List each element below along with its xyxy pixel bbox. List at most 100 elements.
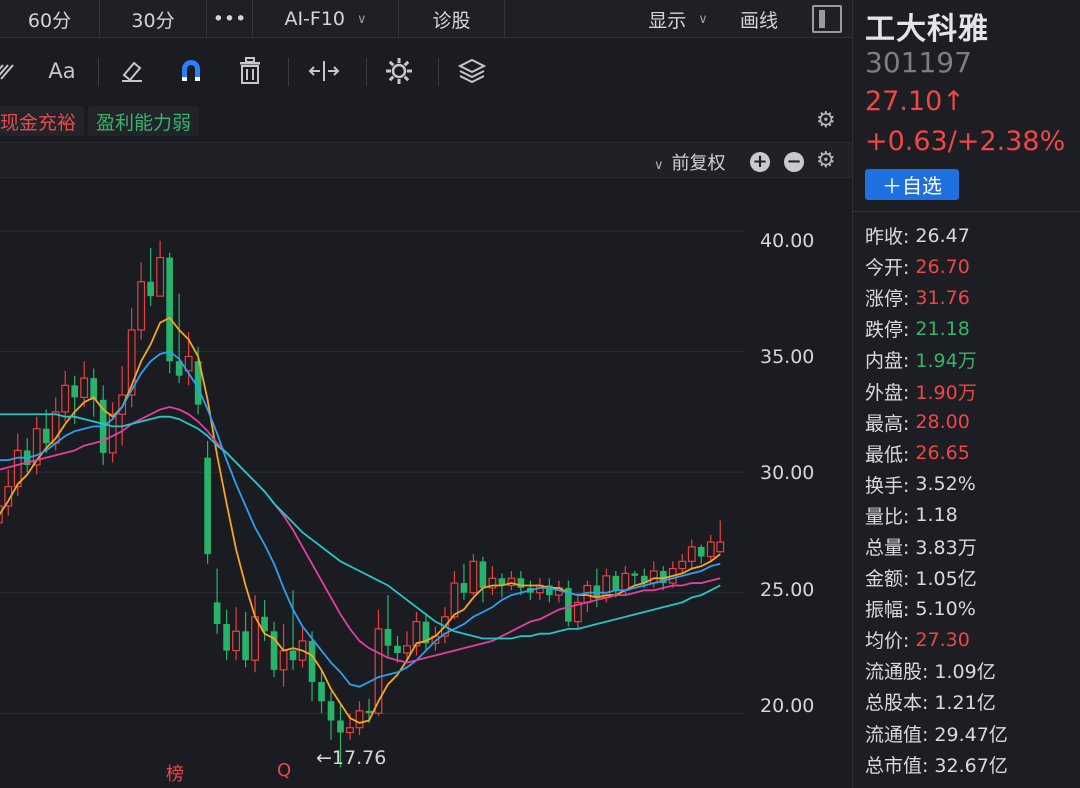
- draw-line-button[interactable]: 画线: [726, 0, 792, 38]
- tab-60min[interactable]: 60分: [0, 0, 100, 38]
- display-dropdown[interactable]: 显示 ∨: [630, 0, 726, 38]
- font-label: Aa: [48, 59, 76, 83]
- stat-row: 总股本: 1.21亿: [865, 686, 1075, 717]
- add-watchlist-button[interactable]: ＋自选: [865, 169, 959, 200]
- stat-label: 金额:: [865, 568, 910, 591]
- candle-body: [137, 281, 146, 331]
- stat-row: 内盘: 1.94万: [865, 344, 1075, 375]
- candle-body: [403, 645, 411, 654]
- moving-average-line: [0, 316, 721, 724]
- more-tabs-button[interactable]: •••: [207, 0, 253, 38]
- stat-row: 振幅: 5.10%: [865, 593, 1075, 624]
- stat-row: 外盘: 1.90万: [865, 375, 1075, 406]
- stat-row: 均价: 27.30: [865, 624, 1075, 655]
- chart-gear-icon[interactable]: ⚙: [816, 148, 836, 173]
- candle-body: [706, 541, 715, 558]
- toolbar-divider: [288, 58, 289, 86]
- zoom-out-icon[interactable]: −: [784, 152, 804, 172]
- line-tool-icon[interactable]: [0, 52, 20, 90]
- stat-label: 振幅:: [865, 599, 910, 622]
- tags-gear-icon[interactable]: ⚙: [816, 108, 836, 133]
- candle-body: [593, 585, 601, 598]
- stat-row: 涨停: 31.76: [865, 282, 1075, 313]
- stat-label: 昨收:: [865, 226, 910, 249]
- stat-row: 换手: 3.52%: [865, 469, 1075, 500]
- split-arrows-icon[interactable]: [306, 52, 342, 90]
- candle-body: [327, 701, 335, 721]
- tab-diagnose[interactable]: 诊股: [399, 0, 505, 38]
- candle-body: [450, 582, 459, 618]
- chevron-down-icon: ∨: [698, 11, 708, 27]
- layers-icon[interactable]: [454, 52, 490, 90]
- zoom-in-icon[interactable]: +: [750, 152, 770, 172]
- candle-body: [612, 575, 620, 591]
- stat-label: 均价:: [865, 630, 910, 653]
- qa-marker-icon[interactable]: Q: [277, 760, 291, 781]
- stat-row: 最低: 26.65: [865, 438, 1075, 469]
- candle-body: [308, 640, 316, 682]
- stat-value: 1.09亿: [934, 661, 996, 684]
- candle-body: [346, 727, 354, 734]
- eraser-icon[interactable]: [114, 52, 150, 90]
- candle-body: [716, 541, 725, 553]
- stat-label: 外盘:: [865, 381, 910, 404]
- stat-value: 26.65: [915, 442, 970, 465]
- stat-row: 总市值: 32.67亿: [865, 749, 1075, 780]
- stat-value: 21.18: [915, 317, 970, 340]
- stat-value: 1.90万: [915, 381, 977, 404]
- stat-label: 流通股:: [865, 661, 929, 684]
- stat-value: 26.70: [915, 255, 970, 278]
- stat-label: 最低:: [865, 443, 910, 466]
- candle-body: [469, 560, 478, 594]
- stat-value: 32.67亿: [934, 754, 1008, 777]
- tab-ai-f10[interactable]: AI-F10 ∨: [253, 0, 399, 38]
- moving-average-line: [0, 413, 721, 640]
- stat-row: 流通股: 1.09亿: [865, 655, 1075, 686]
- trash-icon[interactable]: [232, 52, 268, 90]
- settings-gear-icon[interactable]: [381, 52, 417, 90]
- stat-label: 换手:: [865, 474, 910, 497]
- toggle-sidebar-icon[interactable]: [812, 5, 842, 33]
- stat-label: 总量:: [865, 536, 910, 559]
- candle-body: [631, 573, 639, 576]
- stat-row: 昨收: 26.47: [865, 220, 1075, 251]
- tag-cash[interactable]: 现金充裕: [0, 106, 85, 136]
- tag-profit[interactable]: 盈利能力弱: [88, 106, 200, 136]
- candle-body: [384, 628, 392, 646]
- toolbar-divider: [98, 58, 99, 86]
- kline-chart[interactable]: 40.00 35.00 30.00 25.00 20.00 ←17.76 榜 Q: [0, 178, 852, 788]
- stat-value: 27.30: [915, 628, 970, 651]
- magnet-icon[interactable]: [173, 52, 209, 90]
- candle-body: [80, 377, 89, 399]
- candle-body: [42, 428, 50, 444]
- candle-body: [318, 681, 325, 702]
- stock-tags-row: 现金充裕 盈利能力弱 ⚙: [0, 106, 852, 140]
- candle-body: [156, 256, 165, 297]
- stat-value: 31.76: [915, 286, 970, 309]
- stat-value: 1.21亿: [934, 692, 996, 715]
- moving-average-line: [0, 406, 721, 664]
- moving-average-line: [0, 350, 721, 688]
- quote-stats: 昨收: 26.47 今开: 26.70 涨停: 31.76 跌停: 21.18 内盘: 1.94万…: [865, 220, 1075, 780]
- ranking-marker-icon[interactable]: 榜: [166, 760, 184, 786]
- adjust-dropdown[interactable]: ∨ 前复权: [654, 149, 726, 175]
- tab-30min[interactable]: 30分: [100, 0, 207, 38]
- candle-body: [697, 546, 705, 557]
- stat-label: 总市值:: [865, 754, 929, 777]
- candle-body: [204, 457, 211, 555]
- stock-code: 301197: [865, 46, 972, 79]
- y-tick-label: 40.00: [760, 230, 815, 252]
- y-tick-label: 30.00: [760, 462, 815, 484]
- stat-label: 涨停:: [865, 288, 910, 311]
- stat-value: 1.94万: [915, 350, 977, 373]
- candle-body: [223, 624, 230, 651]
- stat-value: 1.05亿: [915, 568, 977, 591]
- candle-body: [460, 583, 468, 593]
- tab-label: 诊股: [432, 9, 471, 32]
- stat-value: 28.00: [915, 411, 970, 434]
- stat-value: 5.10%: [915, 597, 976, 620]
- stat-label: 今开:: [865, 257, 910, 280]
- font-tool-button[interactable]: Aa: [40, 52, 84, 90]
- candle-body: [71, 385, 79, 398]
- toolbar-divider: [366, 58, 367, 86]
